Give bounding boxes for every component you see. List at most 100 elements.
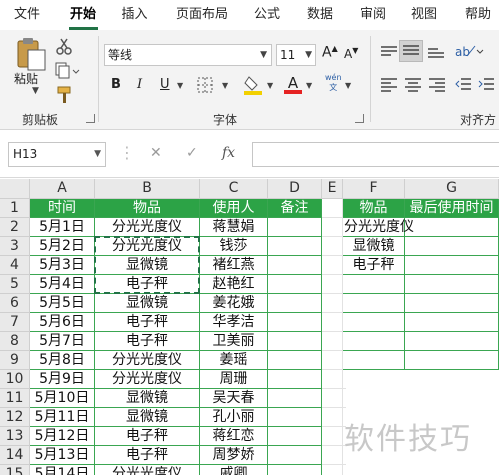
cell-b9[interactable]: 分光光度仪 <box>95 351 200 370</box>
font-name-select[interactable]: 等线 ▼ <box>104 44 272 66</box>
cell-b15[interactable]: 分光光度仪 <box>95 465 200 475</box>
shrink-font-icon[interactable]: A▼ <box>344 46 358 61</box>
cell-b7[interactable]: 电子秤 <box>95 313 200 332</box>
cell-d13[interactable] <box>268 427 322 446</box>
cell-c3[interactable]: 钱莎 <box>200 237 268 256</box>
cell-a12[interactable]: 5月11日 <box>30 408 95 427</box>
cell-c11[interactable]: 吴天春 <box>200 389 268 408</box>
cell-d2[interactable] <box>268 218 322 237</box>
cell-c9[interactable]: 姜瑶 <box>200 351 268 370</box>
row-header-4[interactable]: 4 <box>0 256 30 275</box>
cell-f1[interactable]: 物品 <box>343 199 405 218</box>
cell-b6[interactable]: 显微镜 <box>95 294 200 313</box>
cell-f2[interactable]: 分光光度仪 <box>343 218 414 237</box>
cell-g5[interactable] <box>405 275 499 294</box>
cell-a13[interactable]: 5月12日 <box>30 427 95 446</box>
row-header-15[interactable]: 15 <box>0 465 30 475</box>
cell-c8[interactable]: 卫美丽 <box>200 332 268 351</box>
cell-e10[interactable] <box>322 370 343 389</box>
align-middle-icon[interactable] <box>399 40 423 62</box>
cell-b1[interactable]: 物品 <box>95 199 200 218</box>
align-right-icon[interactable] <box>429 76 445 92</box>
tab-file[interactable]: 文件 <box>2 0 52 30</box>
row-header-5[interactable]: 5 <box>0 275 30 294</box>
cell-e4[interactable] <box>322 256 343 275</box>
cell-e11[interactable] <box>322 389 343 408</box>
cell-c13[interactable]: 蒋红恋 <box>200 427 268 446</box>
row-header-6[interactable]: 6 <box>0 294 30 313</box>
cell-f9[interactable] <box>343 351 405 370</box>
cell-c10[interactable]: 周珊 <box>200 370 268 389</box>
cell-d3[interactable] <box>268 237 322 256</box>
align-center-icon[interactable] <box>405 76 421 92</box>
cell-a9[interactable]: 5月8日 <box>30 351 95 370</box>
cell-d10[interactable] <box>268 370 322 389</box>
cell-g9[interactable] <box>405 351 499 370</box>
increase-indent-icon[interactable] <box>478 76 494 92</box>
chevron-down-icon[interactable]: ▼ <box>306 81 312 90</box>
select-all-corner[interactable] <box>0 179 30 199</box>
phonetic-guide-icon[interactable]: wén 文 <box>325 73 342 93</box>
chevron-down-icon[interactable]: ▼ <box>345 81 351 90</box>
cell-f7[interactable] <box>343 313 405 332</box>
formula-input[interactable] <box>252 142 499 167</box>
row-header-12[interactable]: 12 <box>0 408 30 427</box>
cell-a14[interactable]: 5月13日 <box>30 446 95 465</box>
tab-help[interactable]: 帮助 <box>456 0 499 30</box>
row-header-10[interactable]: 10 <box>0 370 30 389</box>
cell-e1[interactable] <box>322 199 343 218</box>
cell-a7[interactable]: 5月6日 <box>30 313 95 332</box>
clipboard-launcher-icon[interactable] <box>86 114 95 123</box>
cell-f5[interactable] <box>343 275 405 294</box>
cell-g3[interactable] <box>405 237 499 256</box>
bold-icon[interactable]: B <box>111 77 121 92</box>
cell-c12[interactable]: 孔小丽 <box>200 408 268 427</box>
cell-a8[interactable]: 5月7日 <box>30 332 95 351</box>
row-header-1[interactable]: 1 <box>0 199 30 218</box>
cell-d5[interactable] <box>268 275 322 294</box>
cell-e3[interactable] <box>322 237 343 256</box>
tab-view[interactable]: 视图 <box>404 0 444 30</box>
cell-e12[interactable] <box>322 408 343 427</box>
cell-a1[interactable]: 时间 <box>30 199 95 218</box>
cell-d6[interactable] <box>268 294 322 313</box>
row-header-11[interactable]: 11 <box>0 389 30 408</box>
column-header-e[interactable]: E <box>322 179 343 199</box>
row-header-13[interactable]: 13 <box>0 427 30 446</box>
chevron-down-icon[interactable]: ▼ <box>267 81 273 90</box>
cell-a2[interactable]: 5月1日 <box>30 218 95 237</box>
cell-d15[interactable] <box>268 465 322 475</box>
tab-insert[interactable]: 插入 <box>112 0 157 30</box>
cell-e14[interactable] <box>322 446 343 465</box>
tab-home[interactable]: 开始 <box>59 0 107 30</box>
column-header-c[interactable]: C <box>200 179 268 199</box>
cell-e13[interactable] <box>322 427 343 446</box>
cell-b11[interactable]: 显微镜 <box>95 389 200 408</box>
insert-function-icon[interactable]: fx <box>222 145 235 161</box>
chevron-down-icon[interactable]: ▼ <box>177 81 183 90</box>
cell-e8[interactable] <box>322 332 343 351</box>
cell-c14[interactable]: 周梦娇 <box>200 446 268 465</box>
cell-c4[interactable]: 褚红燕 <box>200 256 268 275</box>
tab-data[interactable]: 数据 <box>300 0 340 30</box>
align-top-icon[interactable] <box>381 44 397 58</box>
align-bottom-icon[interactable] <box>428 44 444 58</box>
cell-c5[interactable]: 赵艳红 <box>200 275 268 294</box>
grow-font-icon[interactable]: A▲ <box>322 44 338 61</box>
tab-formulas[interactable]: 公式 <box>246 0 288 30</box>
cell-a4[interactable]: 5月3日 <box>30 256 95 275</box>
cell-a10[interactable]: 5月9日 <box>30 370 95 389</box>
paste-dropdown-icon[interactable]: ▼ <box>32 86 39 96</box>
chevron-down-icon[interactable]: ▼ <box>305 45 312 65</box>
cell-a5[interactable]: 5月4日 <box>30 275 95 294</box>
cell-g8[interactable] <box>405 332 499 351</box>
font-launcher-icon[interactable] <box>355 114 364 123</box>
cell-b14[interactable]: 电子秤 <box>95 446 200 465</box>
chevron-down-icon[interactable]: ▼ <box>222 81 228 90</box>
tab-review[interactable]: 审阅 <box>352 0 394 30</box>
cell-b13[interactable]: 电子秤 <box>95 427 200 446</box>
row-header-14[interactable]: 14 <box>0 446 30 465</box>
cell-f4[interactable]: 电子秤 <box>343 256 405 275</box>
cell-d8[interactable] <box>268 332 322 351</box>
cell-c15[interactable]: 戚卿 <box>200 465 268 475</box>
